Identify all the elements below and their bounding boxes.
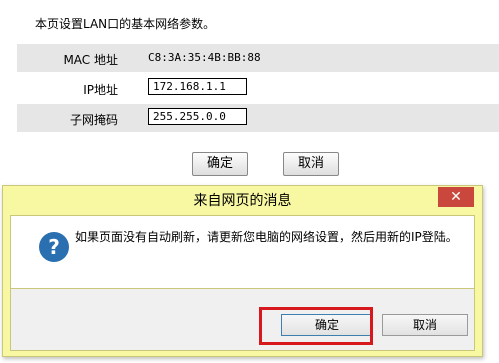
dialog-body: ? 如果页面没有自动刷新，请更新您电脑的网络设置，然后用新的IP登陆。 — [10, 215, 475, 289]
page-cancel-button[interactable]: 取消 — [283, 152, 339, 176]
subnet-mask-row: 子网掩码 255.255.0.0 — [17, 104, 499, 132]
dialog-cancel-button[interactable]: 取消 — [382, 314, 468, 336]
ip-address-label: IP地址 — [83, 83, 118, 97]
subnet-mask-input[interactable]: 255.255.0.0 — [148, 108, 247, 125]
dialog-footer: 确定 取消 — [10, 289, 475, 351]
page-ok-button[interactable]: 确定 — [192, 152, 248, 176]
question-icon: ? — [39, 232, 69, 262]
dialog-message: 如果页面没有自动刷新，请更新您电脑的网络设置，然后用新的IP登陆。 — [75, 230, 458, 244]
mac-address-row: MAC 地址 C8:3A:35:4B:BB:88 — [17, 44, 499, 72]
close-button[interactable]: ✕ — [438, 187, 474, 207]
mac-address-value: C8:3A:35:4B:BB:88 — [148, 51, 261, 64]
subnet-mask-label: 子网掩码 — [69, 113, 118, 127]
intro-text: 本页设置LAN口的基本网络参数。 — [35, 17, 216, 31]
dialog-ok-button[interactable]: 确定 — [281, 314, 373, 336]
message-dialog: 来自网页的消息 ✕ ? 如果页面没有自动刷新，请更新您电脑的网络设置，然后用新的… — [2, 185, 483, 357]
mac-address-label: MAC 地址 — [63, 53, 118, 67]
ip-address-input[interactable]: 172.168.1.1 — [148, 78, 247, 95]
ip-address-row: IP地址 172.168.1.1 — [17, 74, 499, 102]
svg-text:?: ? — [48, 235, 60, 259]
dialog-title: 来自网页的消息 — [193, 193, 292, 209]
